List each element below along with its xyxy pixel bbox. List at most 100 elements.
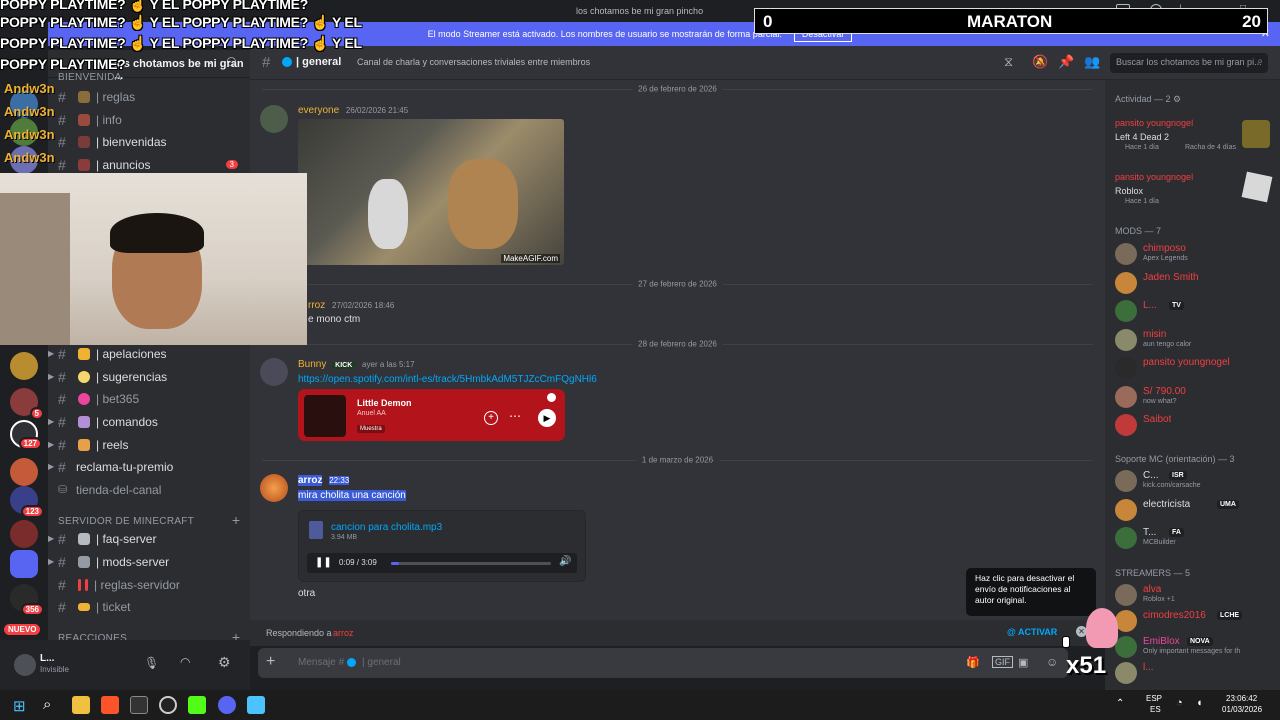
channel-bet365[interactable]: # | bet365: [58, 388, 242, 409]
clock-time[interactable]: 23:06:42: [1226, 694, 1257, 703]
discord-icon[interactable]: [218, 696, 236, 714]
member-row[interactable]: Saibot: [1115, 411, 1274, 439]
obs-icon[interactable]: [130, 696, 148, 714]
activity-card[interactable]: pansito youngnogel Left 4 Dead 2 Hace 1 …: [1115, 116, 1274, 156]
search-icon[interactable]: ⌕: [43, 696, 51, 713]
volume-icon[interactable]: ◖: [1196, 697, 1203, 709]
avatar[interactable]: [14, 654, 36, 676]
sticker-icon[interactable]: ▣: [1018, 656, 1028, 669]
message-input[interactable]: + Mensaje # | general 🎁 GIF ▣ ☺: [258, 648, 1068, 678]
avatar[interactable]: [1115, 414, 1137, 436]
activity-card[interactable]: pansito youngnogel Roblox Hace 1 día: [1115, 170, 1274, 210]
server-icon[interactable]: 123: [10, 486, 44, 518]
gear-icon[interactable]: ⚙: [1173, 94, 1181, 104]
more-icon[interactable]: ⋯: [509, 409, 521, 423]
channel-apelaciones[interactable]: ▶ # | apelaciones: [48, 343, 242, 364]
channel-reglas[interactable]: # | reglas: [58, 86, 242, 107]
avatar[interactable]: [260, 474, 288, 502]
member-row[interactable]: cimodres2016 LCHE: [1115, 607, 1274, 635]
channel-info[interactable]: # | info: [58, 109, 242, 130]
gift-icon[interactable]: 🎁: [966, 656, 980, 669]
avatar[interactable]: [1115, 271, 1137, 294]
avatar[interactable]: [1115, 357, 1137, 379]
pin-icon[interactable]: 📌: [1058, 54, 1074, 70]
notifications-off-icon[interactable]: 🔕: [1032, 54, 1048, 70]
avatar[interactable]: [260, 105, 288, 133]
avatar[interactable]: [260, 358, 288, 386]
message-author[interactable]: rroz: [308, 300, 325, 311]
member-row[interactable]: l...: [1115, 659, 1274, 687]
headphones-icon[interactable]: ◠: [180, 655, 190, 669]
member-row[interactable]: pansito youngnogel: [1115, 354, 1274, 382]
member-row[interactable]: chimposo Apex Legends: [1115, 240, 1274, 268]
pause-icon[interactable]: ❚❚: [315, 557, 332, 568]
member-list-icon[interactable]: 👥: [1084, 54, 1100, 70]
message-link[interactable]: https://open.spotify.com/intl-es/track/5…: [298, 374, 597, 385]
channel-reels[interactable]: ▶ # | reels: [48, 434, 242, 455]
avatar[interactable]: [1115, 636, 1137, 658]
wifi-icon[interactable]: ◔: [1176, 697, 1183, 709]
server-icon[interactable]: [10, 520, 38, 548]
server-icon[interactable]: 356: [10, 584, 44, 616]
channel-comandos[interactable]: ▶ # | comandos: [48, 411, 242, 432]
spotify-embed[interactable]: Little Demon Anuel AA Muestra + ⋯ ▶: [298, 389, 565, 441]
file-name[interactable]: cancion para cholita.mp3: [331, 522, 442, 533]
gear-icon[interactable]: ⚙: [218, 654, 231, 671]
channel-ticket[interactable]: # | ticket: [58, 596, 242, 617]
message-author[interactable]: everyone: [298, 105, 339, 116]
search-input[interactable]: Buscar los chotamos be mi gran pi... ⌕: [1110, 53, 1268, 73]
server-icon[interactable]: [10, 458, 38, 486]
windows-start-icon[interactable]: ⊞: [13, 697, 26, 715]
member-row[interactable]: C... ISR kick.com/carsache: [1115, 467, 1274, 495]
channel-tienda-del-canal[interactable]: ⛁ tienda-del-canal: [58, 479, 242, 500]
app-icon[interactable]: [159, 696, 177, 714]
channel-reglas-servidor[interactable]: # | reglas-servidor: [58, 574, 242, 595]
avatar[interactable]: [1115, 300, 1137, 322]
add-icon[interactable]: +: [484, 411, 498, 425]
avatar[interactable]: [1115, 662, 1137, 684]
emoji-icon[interactable]: ☺: [1046, 655, 1058, 669]
channel-bienvenidas[interactable]: # | bienvenidas: [58, 131, 242, 152]
add-channel-icon[interactable]: +: [232, 512, 240, 528]
message-author[interactable]: arroz: [298, 475, 323, 486]
member-row[interactable]: electricista UMA: [1115, 496, 1274, 524]
chevron-down-icon[interactable]: ⌄: [206, 56, 214, 67]
avatar[interactable]: [1115, 470, 1137, 492]
member-row[interactable]: misin aun tengo calor: [1115, 326, 1274, 354]
language-code[interactable]: ESP: [1146, 694, 1162, 703]
server-icon[interactable]: 127: [10, 420, 42, 450]
file-explorer-icon[interactable]: [72, 696, 90, 714]
gif-embed[interactable]: MakeAGIF.com: [298, 119, 564, 265]
category-minecraft[interactable]: SERVIDOR DE MINECRAFT: [58, 516, 194, 527]
member-row[interactable]: S/ 790.00 now what?: [1115, 383, 1274, 411]
kick-icon[interactable]: [188, 696, 206, 714]
avatar[interactable]: [1115, 610, 1137, 632]
avatar[interactable]: [1115, 498, 1137, 521]
mention-toggle-button[interactable]: @ ACTIVAR: [1007, 627, 1057, 637]
brave-icon[interactable]: [101, 696, 119, 714]
microphone-icon[interactable]: 🎙: [144, 656, 159, 670]
server-icon[interactable]: [10, 352, 38, 380]
volume-icon[interactable]: 🔊: [559, 556, 571, 567]
member-row[interactable]: L... TV: [1115, 297, 1274, 325]
channel-sugerencias[interactable]: ▶ # | sugerencias: [48, 366, 242, 387]
category-label[interactable]: BIENVENIDA: [58, 72, 122, 83]
member-row[interactable]: Jaden Smith: [1115, 269, 1274, 297]
server-folder-icon[interactable]: [10, 550, 38, 578]
member-row[interactable]: T... FA MCBuilder: [1115, 524, 1274, 552]
gif-icon[interactable]: GIF: [992, 656, 1013, 668]
threads-icon[interactable]: ⧖: [1004, 54, 1013, 70]
avatar[interactable]: [1115, 243, 1137, 265]
add-friend-icon[interactable]: ⚇: [226, 55, 237, 69]
member-row[interactable]: EmiBlox NOVA Only important messages for t…: [1115, 633, 1274, 661]
channel-mods-server[interactable]: ▶ # | mods-server: [48, 551, 242, 572]
message-author[interactable]: Bunny: [298, 359, 326, 370]
avatar[interactable]: [1115, 527, 1137, 549]
avatar[interactable]: [1115, 584, 1137, 606]
avatar[interactable]: [1115, 328, 1137, 351]
channel-reclama-tu-premio[interactable]: ▶ # reclama-tu-premio: [48, 456, 242, 477]
audio-progress-track[interactable]: [391, 562, 551, 565]
notepad-icon[interactable]: [247, 696, 265, 714]
server-icon[interactable]: 5: [10, 388, 44, 420]
avatar[interactable]: [1115, 385, 1137, 408]
